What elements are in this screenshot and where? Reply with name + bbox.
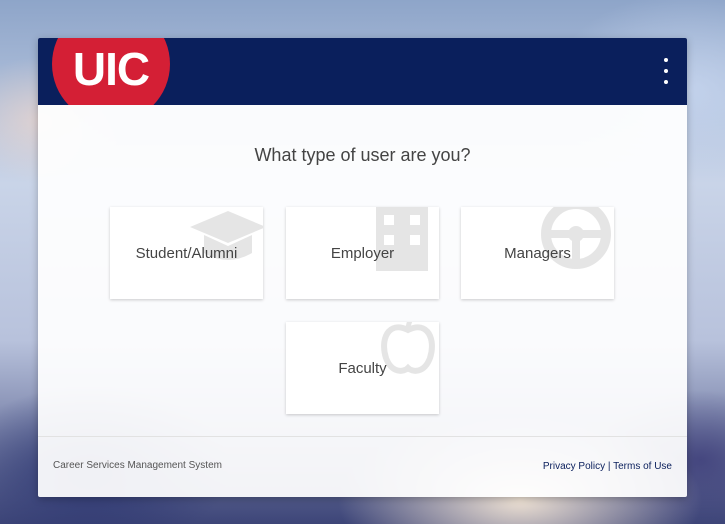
footer-links: Privacy Policy | Terms of Use xyxy=(543,461,672,472)
apple-icon xyxy=(381,322,435,374)
terms-of-use-link[interactable]: Terms of Use xyxy=(613,461,672,472)
managers-label: Managers xyxy=(504,244,571,262)
student-alumni-label: Student/Alumni xyxy=(135,244,238,262)
graduation-cap-icon xyxy=(190,211,263,260)
footer-separator: | xyxy=(607,461,611,472)
faculty-button[interactable]: Faculty xyxy=(286,322,439,414)
faculty-label: Faculty xyxy=(338,359,387,377)
uic-logo-text: UIC xyxy=(72,43,150,95)
system-name: Career Services Management System xyxy=(53,460,222,471)
page-title: What type of user are you? xyxy=(254,145,471,165)
managers-button[interactable]: Managers xyxy=(461,207,614,299)
student-alumni-button[interactable]: Student/Alumni xyxy=(110,207,263,299)
footer-divider xyxy=(38,436,687,437)
header-bar: UIC xyxy=(38,38,687,105)
employer-button[interactable]: Employer xyxy=(286,207,439,299)
privacy-policy-link[interactable]: Privacy Policy xyxy=(543,461,605,472)
more-vert-icon[interactable] xyxy=(659,58,673,84)
employer-label: Employer xyxy=(330,244,395,262)
user-type-card: UIC What type of user are you? Student/A… xyxy=(38,38,687,497)
